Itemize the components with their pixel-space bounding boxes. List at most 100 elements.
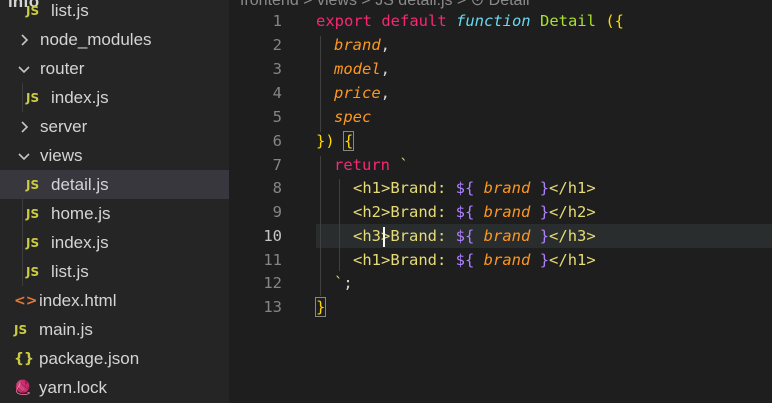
tree-item-label: list.js xyxy=(51,0,89,20)
tree-item-label: index.html xyxy=(39,290,117,310)
tree-item-server[interactable]: server xyxy=(0,112,229,141)
line-number: 9 xyxy=(272,203,282,221)
line-number: 1 xyxy=(272,12,282,30)
tree-item-label: detail.js xyxy=(51,174,109,194)
yarn-file-icon: 🧶 xyxy=(14,379,32,396)
tree-item-node-modules[interactable]: node_modules xyxy=(0,25,229,54)
token-template: </h3> xyxy=(549,227,596,245)
line-number: 6 xyxy=(272,132,282,150)
js-file-icon: JS xyxy=(26,206,40,221)
code-line-5: spec xyxy=(334,108,371,126)
tree-item-label: index.js xyxy=(51,232,109,252)
line-number: 5 xyxy=(272,108,282,126)
token-param: price xyxy=(334,84,381,102)
token-punc: ; xyxy=(343,274,353,292)
token-punc: , xyxy=(380,84,391,102)
token-interp: ${ xyxy=(455,227,475,245)
code-line-4: price, xyxy=(334,84,390,102)
tree-item-index-html[interactable]: <> index.html xyxy=(0,286,229,315)
tree-item-home-js[interactable]: JS home.js xyxy=(0,199,229,228)
js-file-icon: JS xyxy=(26,177,40,192)
code-line-6: }) { xyxy=(316,131,355,151)
indent-guide xyxy=(320,156,321,296)
token-brace-matched: { xyxy=(342,131,355,151)
token-param: model xyxy=(334,60,381,78)
js-file-icon: JS xyxy=(14,322,28,337)
tree-item-yarn-lock[interactable]: 🧶 yarn.lock xyxy=(0,373,229,402)
code-line-11: <h1>Brand: ${ brand }</h1> xyxy=(353,251,596,269)
line-number: 7 xyxy=(272,156,282,174)
line-number: 4 xyxy=(272,84,282,102)
token-template: ` xyxy=(334,274,344,292)
token-interp: ${ xyxy=(455,179,475,197)
code-line-7: return ` xyxy=(334,156,409,174)
token-brace-matched: } xyxy=(314,297,327,317)
token-interp: } xyxy=(539,203,550,221)
tree-item-label: server xyxy=(40,116,88,136)
token-template: >Brand: xyxy=(381,227,456,245)
chevron-down-icon xyxy=(18,152,30,160)
tree-item-label: index.js xyxy=(51,87,109,107)
token-template: </h2> xyxy=(549,203,596,221)
indent-guide xyxy=(320,36,321,132)
html-file-icon: <> xyxy=(14,292,38,309)
token-param: brand xyxy=(483,179,531,197)
token-interp: ${ xyxy=(455,251,475,269)
tree-item-label: home.js xyxy=(51,203,111,223)
tree-item-label: router xyxy=(40,58,85,78)
line-number: 13 xyxy=(263,298,282,316)
tree-item-label: list.js xyxy=(51,261,89,281)
token-template: </h1> xyxy=(549,251,596,269)
token-brace: ({ xyxy=(605,12,624,30)
code-line-3: model, xyxy=(334,60,390,78)
code-line-8: <h1>Brand: ${ brand }</h1> xyxy=(353,179,596,197)
explorer-sidebar: info JS list.js node_modules router JS i… xyxy=(0,0,229,403)
json-file-icon: {} xyxy=(14,350,34,367)
tree-item-label: main.js xyxy=(39,319,93,339)
tree-item-views-index-js[interactable]: JS index.js xyxy=(0,228,229,257)
tree-item-label: views xyxy=(40,145,83,165)
token-keyword: function xyxy=(455,12,531,30)
tree-item-list-js[interactable]: JS list.js xyxy=(0,0,229,25)
token-param: brand xyxy=(483,251,531,269)
tree-item-router-index-js[interactable]: JS index.js xyxy=(0,83,229,112)
line-number: 3 xyxy=(272,60,282,78)
tree-item-package-json[interactable]: {} package.json xyxy=(0,344,229,373)
line-number: 2 xyxy=(272,36,282,54)
text-cursor xyxy=(383,227,385,247)
js-file-icon: JS xyxy=(26,264,40,279)
token-param: brand xyxy=(334,36,381,54)
token-keyword: return xyxy=(334,156,390,174)
breadcrumb[interactable]: frontend > views > JS detail.js > ⊙ Deta… xyxy=(240,0,530,10)
line-number-active: 10 xyxy=(263,227,282,245)
token-brace: }) xyxy=(316,132,335,150)
token-interp: ${ xyxy=(455,203,475,221)
token-param: brand xyxy=(483,227,531,245)
code-line-13: } xyxy=(314,297,327,317)
line-number: 11 xyxy=(263,251,282,269)
token-template: <h1>Brand: xyxy=(353,251,456,269)
chevron-down-icon xyxy=(18,65,30,73)
token-interp: } xyxy=(539,179,550,197)
tree-item-detail-js[interactable]: JS detail.js xyxy=(0,170,229,199)
chevron-right-icon xyxy=(21,33,29,46)
token-function-name: Detail xyxy=(539,12,596,30)
token-punc: , xyxy=(380,60,391,78)
token-param: spec xyxy=(334,108,372,126)
chevron-right-icon xyxy=(21,120,29,133)
tree-item-router[interactable]: router xyxy=(0,54,229,83)
token-interp: } xyxy=(539,227,550,245)
tree-item-main-js[interactable]: JS main.js xyxy=(0,315,229,344)
tree-item-views[interactable]: views xyxy=(0,141,229,170)
line-number: 8 xyxy=(272,179,282,197)
code-line-12: `; xyxy=(334,274,353,292)
token-template: <h1>Brand: xyxy=(353,179,456,197)
tree-item-views-list-js[interactable]: JS list.js xyxy=(0,257,229,286)
